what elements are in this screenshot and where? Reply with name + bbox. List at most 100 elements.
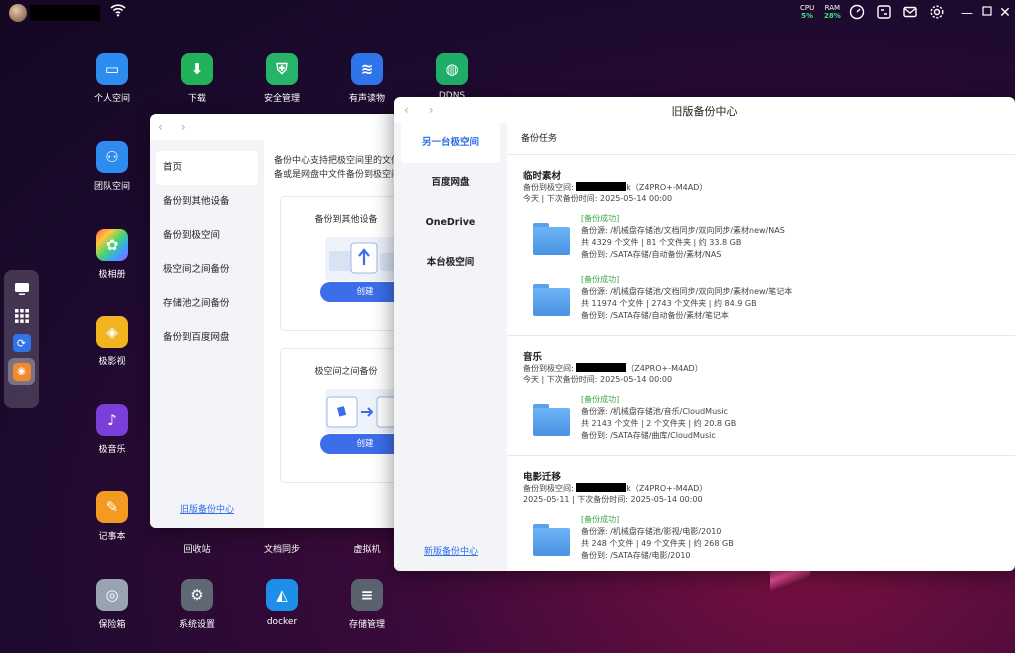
app-label: 系统设置 <box>178 620 215 630</box>
backup-record[interactable]: [备份成功] 备份源: /机械盘存储池/文档同步/双向同步/素材new/NAS 共 … <box>523 213 1015 274</box>
notepad-icon: ✎ <box>96 491 128 523</box>
card-title: 极空间之间备份 <box>314 367 378 377</box>
app-label: 极影视 <box>98 357 126 367</box>
forward-arrow-icon[interactable]: › <box>181 120 186 134</box>
record-stats: 共 248 个文件 | 49 个文件夹 | 约 268 GB <box>581 539 734 548</box>
app-label: 文档同步 <box>263 545 300 555</box>
desktop-app-music[interactable]: ♪ 极音乐 <box>72 404 152 455</box>
backup-app-dock-item[interactable]: ◉ <box>8 358 35 385</box>
section-title: 备份任务 <box>507 123 1015 155</box>
record-status: [备份成功] <box>581 275 620 284</box>
sidebar-item-this-zspace[interactable]: 本台极空间 <box>394 243 507 283</box>
minimize-icon[interactable]: — <box>958 4 976 22</box>
backup-task[interactable]: 电影迁移 备份到极空间: k（Z4PRO+-M4AD） 2025-05-11 | 下… <box>507 456 1015 571</box>
app-label: 下载 <box>187 94 206 104</box>
task-schedule: 2025-05-11 | 下次备份时间: 2025-05-14 00:00 <box>523 495 703 504</box>
new-backup-center-link[interactable]: 新版备份中心 <box>424 544 478 557</box>
desktop-app-docker[interactable]: ◭ docker <box>242 579 322 627</box>
sidebar-item-backup-to-zspace[interactable]: 备份到极空间 <box>150 219 264 253</box>
redacted-username <box>30 5 100 21</box>
avatar[interactable] <box>9 4 27 22</box>
sidebar-item-home[interactable]: 首页 <box>156 151 258 185</box>
ram-meter: RAM 28% <box>824 4 841 20</box>
backup-center-description-1: 备份中心支持把极空间里的文件 <box>274 156 401 166</box>
target-suffix: （Z4PRO+-M4AD） <box>626 364 703 373</box>
speedometer-icon[interactable] <box>848 4 866 22</box>
new-backup-center-window: ‹ › 首页 备份到其他设备 备份到极空间 极空间之间备份 存储池之间备份 备份… <box>150 114 410 528</box>
desktop-app-photos[interactable]: ✿ 极相册 <box>72 229 152 280</box>
mail-icon[interactable] <box>901 4 919 22</box>
sync-app-icon[interactable]: ⟳ <box>12 334 31 352</box>
new-backup-sidebar: 首页 备份到其他设备 备份到极空间 极空间之间备份 存储池之间备份 备份到百度网… <box>150 140 264 528</box>
gear-icon: ⚙ <box>181 579 213 611</box>
app-label: 存储管理 <box>348 620 385 630</box>
app-label: 记事本 <box>98 532 126 542</box>
gear-icon[interactable] <box>928 4 946 22</box>
maximize-icon[interactable] <box>978 4 996 22</box>
old-backup-center-window: 旧版备份中心 ‹ › 另一台极空间 百度网盘 OneDrive 本台极空间 新版… <box>394 97 1015 571</box>
desktop-app-storage[interactable]: ≡ 存储管理 <box>327 579 407 630</box>
desktop-app-gear[interactable]: ⚙ 系统设置 <box>157 579 237 630</box>
task-target: 备份到极空间: （Z4PRO+-M4AD） <box>523 363 1015 374</box>
app-label: 回收站 <box>183 545 211 555</box>
sidebar-item-between-zspace[interactable]: 极空间之间备份 <box>150 253 264 287</box>
download-icon: ⬇ <box>181 53 213 85</box>
target-suffix: k（Z4PRO+-M4AD） <box>626 183 708 192</box>
record-source: 备份源: /机械盘存储池/文档同步/双向同步/素材new/笔记本 <box>581 287 793 296</box>
desktop-app-download[interactable]: ⬇ 下载 <box>157 53 237 104</box>
sidebar-item-backup-to-other-device[interactable]: 备份到其他设备 <box>150 185 264 219</box>
backup-center-description-2: 备或是网盘中文件备份到极空间 <box>274 170 401 180</box>
record-destination: 备份到: /SATA存储/自动备份/素材/NAS <box>581 250 722 259</box>
task-schedule: 今天 | 下次备份时间: 2025-05-14 00:00 <box>523 375 673 384</box>
folder-icon <box>533 223 570 255</box>
sidebar-item-backup-to-baidu[interactable]: 备份到百度网盘 <box>150 321 264 355</box>
storage-icon: ≡ <box>351 579 383 611</box>
record-status: [备份成功] <box>581 515 620 524</box>
desktop-app-notepad[interactable]: ✎ 记事本 <box>72 491 152 542</box>
task-name: 音乐 <box>523 352 543 363</box>
redacted-device-name <box>576 483 627 492</box>
cpu-value: 5% <box>801 12 814 20</box>
ram-label: RAM <box>824 4 841 12</box>
task-target: 备份到极空间: k（Z4PRO+-M4AD） <box>523 182 1015 193</box>
monitor-icon[interactable] <box>13 280 31 298</box>
top-bar: CPU 5% RAM 28% — ✕ <box>0 0 1015 26</box>
wifi-icon <box>110 3 126 21</box>
app-label: 保险箱 <box>98 620 126 630</box>
backup-record[interactable]: [备份成功] 备份源: /机械盘存储池/文档同步/双向同步/素材new/笔记本共 … <box>523 274 1015 335</box>
backup-record[interactable]: [备份成功] 备份源: /机械盘存储池/音乐/CloudMusic 共 2143 个… <box>523 394 1015 455</box>
record-stats: 共 2143 个文件 | 2 个文件夹 | 约 20.8 GB <box>581 419 737 428</box>
sidebar-item-another-zspace[interactable]: 另一台极空间 <box>401 123 500 163</box>
backup-task[interactable]: 音乐 备份到极空间: （Z4PRO+-M4AD） 今天 | 下次备份时间: 2025… <box>507 336 1015 456</box>
target-prefix: 备份到极空间: <box>523 364 574 373</box>
record-stats: 共 11974 个文件 | 2743 个文件夹 | 约 84.9 GB <box>581 299 757 308</box>
old-backup-center-link[interactable]: 旧版备份中心 <box>180 502 234 515</box>
backup-task[interactable]: 临时素材 备份到极空间: k（Z4PRO+-M4AD） 今天 | 下次备份时间: 2… <box>507 155 1015 336</box>
photos-icon: ✿ <box>96 229 128 261</box>
record-stats: 共 4329 个文件 | 81 个文件夹 | 约 33.8 GB <box>581 238 742 247</box>
sidebar-item-onedrive[interactable]: OneDrive <box>394 203 507 243</box>
music-icon: ♪ <box>96 404 128 436</box>
taskbar-icon[interactable] <box>875 4 893 22</box>
desktop-app-folder[interactable]: ▭ 个人空间 <box>72 53 152 104</box>
video-icon: ◈ <box>96 316 128 348</box>
side-dock: ⟳ ◉ <box>4 270 39 408</box>
desktop-app-shield[interactable]: ⛨ 安全管理 <box>242 53 322 104</box>
target-suffix: k（Z4PRO+-M4AD） <box>626 484 708 493</box>
redacted-device-name <box>576 182 627 191</box>
sidebar-item-between-pools[interactable]: 存储池之间备份 <box>150 287 264 321</box>
sidebar-item-baidu[interactable]: 百度网盘 <box>394 163 507 203</box>
close-icon[interactable]: ✕ <box>996 4 1014 22</box>
desktop-app-team[interactable]: ⚇ 团队空间 <box>72 141 152 192</box>
desktop-app-safe[interactable]: ◎ 保险箱 <box>72 579 152 630</box>
card-between-zspace: 极空间之间备份 创建 <box>280 348 410 483</box>
back-arrow-icon[interactable]: ‹ <box>158 120 163 134</box>
record-source: 备份源: /机械盘存储池/音乐/CloudMusic <box>581 407 728 416</box>
backup-record[interactable]: [备份成功] 备份源: /机械盘存储池/影视/电影/2010 共 248 个文件 |… <box>523 514 1015 571</box>
app-grid-icon[interactable] <box>13 307 31 325</box>
folder-icon <box>533 524 570 556</box>
desktop-app-video[interactable]: ◈ 极影视 <box>72 316 152 367</box>
folder-icon <box>533 404 570 436</box>
desktop-app-ddns-globe[interactable]: ◍ DDNS <box>412 53 492 101</box>
audio-wave-icon: ≋ <box>351 53 383 85</box>
